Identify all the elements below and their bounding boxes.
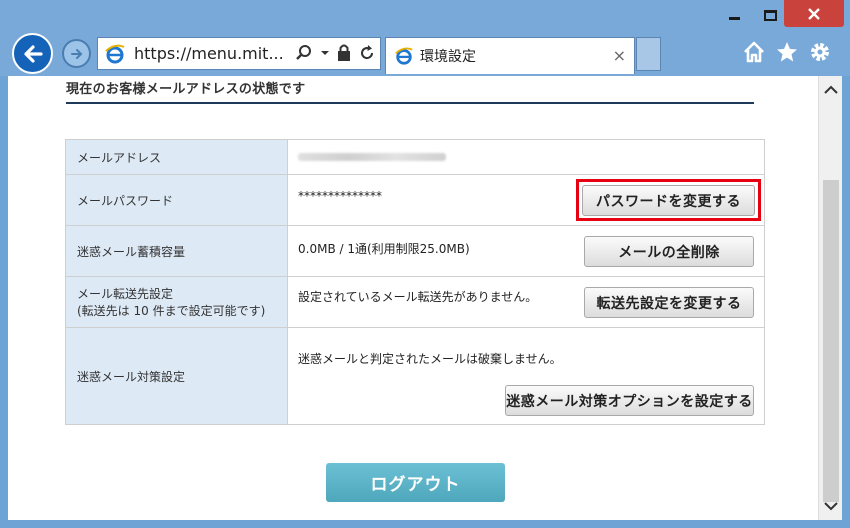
forwarding-status: 設定されているメール転送先がありません。: [298, 290, 538, 304]
forward-arrow-icon: [70, 48, 82, 59]
settings-gear-icon: [811, 43, 829, 61]
address-bar[interactable]: https://menu.mit...: [97, 37, 381, 70]
ie-logo-icon: [105, 44, 125, 63]
vertical-scrollbar[interactable]: [818, 76, 842, 520]
row-label: メール転送先設定 (転送先は 10 件まで設定可能です): [65, 276, 288, 328]
scroll-down-button[interactable]: [819, 492, 843, 520]
spam-options-button[interactable]: 迷惑メール対策オプションを設定する: [505, 385, 754, 416]
row-value: [287, 139, 765, 175]
ie-logo-icon: [395, 47, 413, 65]
forward-button[interactable]: [62, 39, 91, 68]
scrollbar-thumb[interactable]: [823, 180, 839, 502]
favorites-button[interactable]: [773, 38, 801, 66]
favorites-star-icon: [777, 42, 797, 62]
spam-status: 迷惑メールと判定されたメールは破棄しません。: [298, 352, 562, 366]
window-frame: [842, 76, 850, 528]
logout-button[interactable]: ログアウト: [326, 463, 505, 502]
home-button[interactable]: [740, 38, 768, 66]
row-label-line2: (転送先は 10 件まで設定可能です): [77, 304, 266, 318]
row-label: メールアドレス: [65, 139, 288, 175]
back-button[interactable]: [12, 33, 53, 74]
tab-title: 環境設定: [420, 49, 476, 65]
minimize-button[interactable]: [712, 0, 756, 30]
close-icon: [808, 7, 820, 20]
change-password-button[interactable]: パスワードを変更する: [582, 185, 755, 216]
scroll-up-icon: [824, 85, 838, 94]
change-forwarding-button[interactable]: 転送先設定を変更する: [584, 287, 754, 318]
maximize-button[interactable]: [756, 0, 784, 30]
close-window-button[interactable]: [784, 0, 844, 27]
search-icon[interactable]: [294, 43, 314, 63]
row-label: 迷惑メール蓄積容量: [65, 225, 288, 277]
window-frame: [0, 520, 850, 528]
row-label: メールパスワード: [65, 174, 288, 226]
tab-settings[interactable]: 環境設定 ×: [385, 37, 635, 74]
lock-icon[interactable]: [336, 43, 352, 63]
new-tab-button[interactable]: [636, 37, 661, 71]
tab-close-button[interactable]: ×: [613, 46, 626, 65]
back-arrow-icon: [23, 44, 43, 63]
table-row: メールアドレス: [65, 139, 765, 175]
settings-button[interactable]: [806, 38, 834, 66]
scroll-down-icon: [824, 502, 838, 511]
home-icon: [744, 41, 764, 63]
row-label-line1: メール転送先設定: [77, 287, 174, 301]
browser-chrome: https://menu.mit... 環境設定 ×: [0, 0, 850, 76]
storage-usage: 0.0MB / 1通(利用制限25.0MB): [298, 242, 470, 256]
delete-all-mail-button[interactable]: メールの全削除: [584, 236, 754, 267]
password-mask: **************: [298, 189, 382, 203]
blurred-email: [298, 153, 446, 161]
scroll-up-button[interactable]: [819, 76, 843, 104]
minimize-icon: [728, 16, 740, 20]
page-viewport: 現在のお客様メールアドレスの状態です メールアドレス メールパスワード ****…: [8, 76, 818, 520]
dropdown-icon[interactable]: [320, 48, 330, 58]
refresh-icon[interactable]: [358, 44, 376, 62]
row-label: 迷惑メール対策設定: [65, 327, 288, 425]
maximize-icon: [763, 9, 777, 21]
section-title: 現在のお客様メールアドレスの状態です: [66, 78, 754, 104]
address-url: https://menu.mit...: [134, 44, 284, 63]
